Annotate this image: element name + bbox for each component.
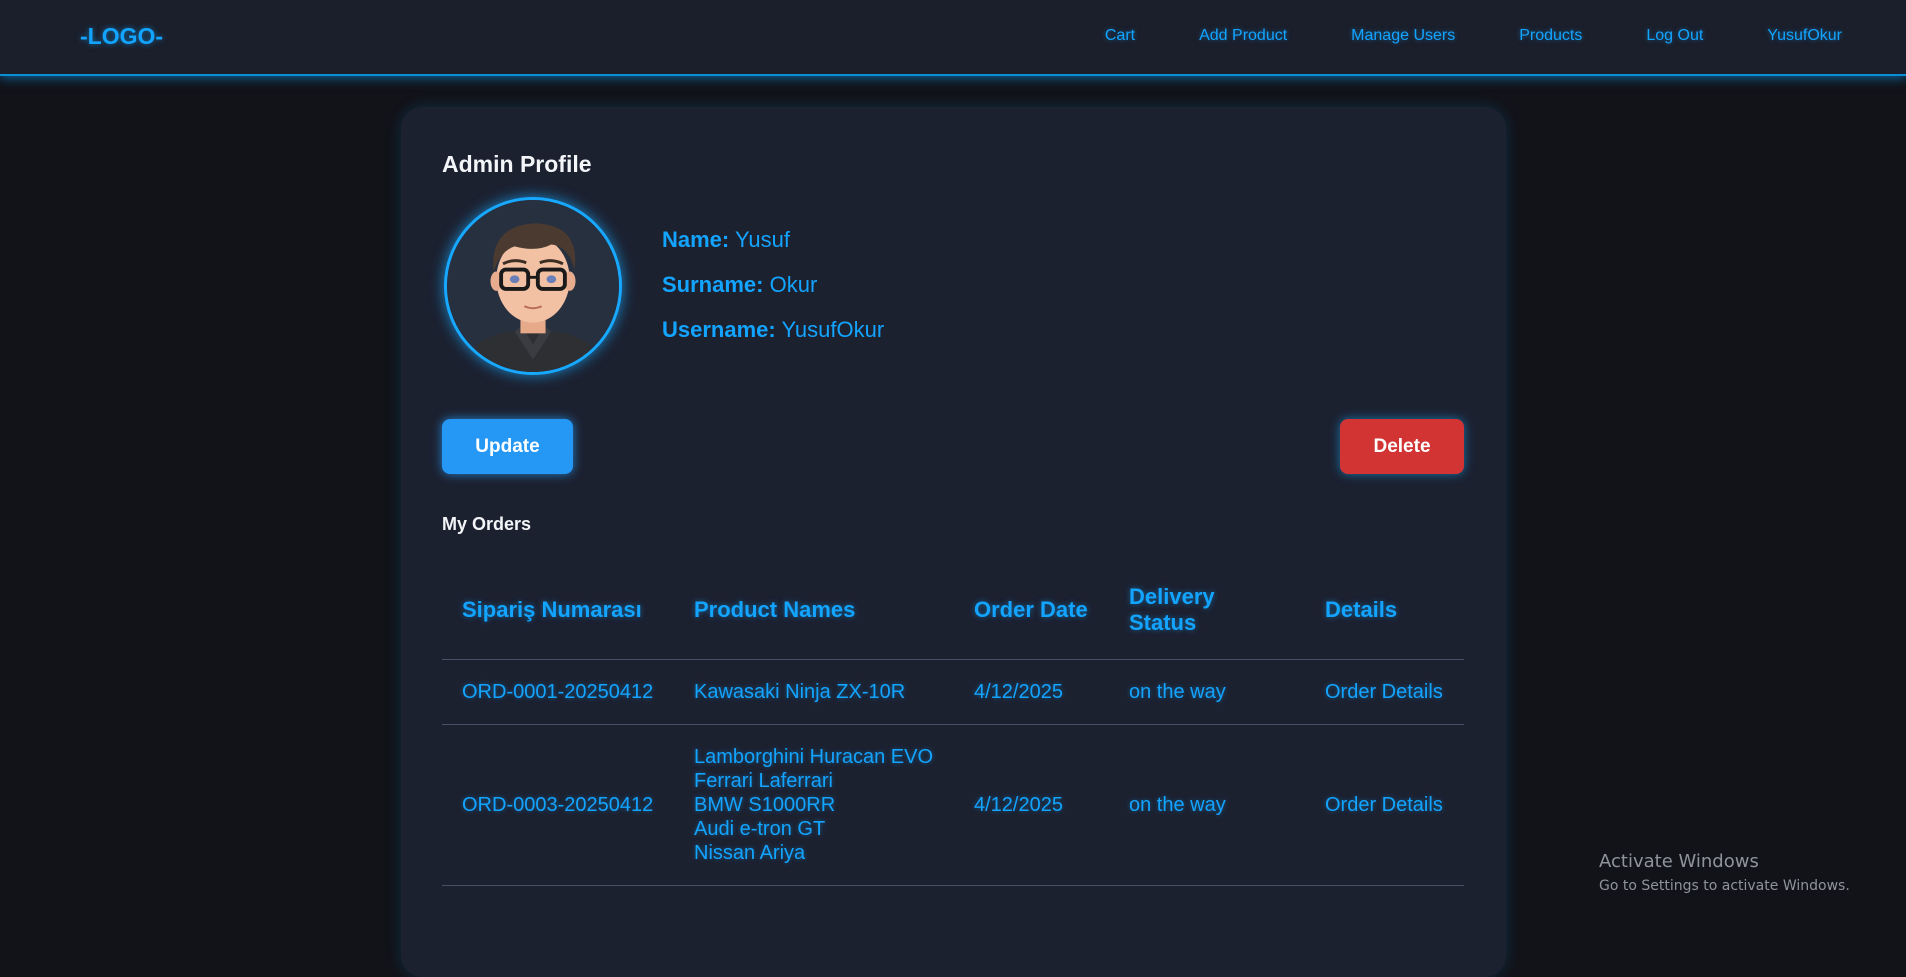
product-name: Ferrari Laferrari [694, 769, 833, 792]
nav-add-product-link[interactable]: Add Product [1199, 27, 1287, 45]
orders-table: Sipariş Numarası Product Names Order Dat… [442, 562, 1464, 886]
order-details-link[interactable]: Order Details [1305, 724, 1464, 886]
product-name: Audi e-tron GT [694, 817, 826, 840]
avatar [444, 197, 622, 375]
surname-row: Surname: Okur [662, 272, 884, 298]
surname-value: Okur [769, 272, 818, 297]
delivery-status-cell: on the way [1109, 724, 1305, 886]
header-product-names: Product Names [674, 562, 954, 660]
table-header-row: Sipariş Numarası Product Names Order Dat… [442, 562, 1464, 660]
order-date-cell: 4/12/2025 [954, 724, 1109, 886]
logo[interactable]: -LOGO- [80, 23, 163, 50]
product-name: Nissan Ariya [694, 841, 806, 864]
product-name: Kawasaki Ninja ZX-10R [694, 680, 906, 703]
page-title: Admin Profile [442, 151, 592, 177]
product-names-cell: Kawasaki Ninja ZX-10R [674, 659, 954, 725]
nav-cart-link[interactable]: Cart [1105, 27, 1135, 45]
nav-manage-users-link[interactable]: Manage Users [1351, 27, 1455, 45]
table-row: ORD-0001-20250412 Kawasaki Ninja ZX-10R … [442, 659, 1464, 725]
profile-info: Name: Yusuf Surname: Okur Username: Yusu… [662, 227, 884, 362]
header-delivery-status: Delivery Status [1109, 562, 1305, 660]
avatar-portrait-icon [447, 200, 619, 372]
nav-logout-link[interactable]: Log Out [1646, 27, 1703, 45]
name-label: Name: [662, 227, 730, 252]
name-value: Yusuf [734, 227, 791, 252]
header-order-number: Sipariş Numarası [442, 562, 674, 660]
product-names-cell: Lamborghini Huracan EVO Ferrari Laferrar… [674, 724, 954, 886]
profile-card: Admin Profile Name: Yusuf Surname: Okur … [401, 107, 1506, 977]
name-row: Name: Yusuf [662, 227, 884, 253]
order-id-cell: ORD-0001-20250412 [442, 659, 674, 725]
activation-title: Activate Windows [1599, 851, 1759, 872]
product-name: Lamborghini Huracan EVO [694, 745, 934, 768]
header-order-date: Order Date [954, 562, 1109, 660]
nav-user-link[interactable]: YusufOkur [1767, 27, 1842, 45]
order-details-link[interactable]: Order Details [1305, 659, 1464, 725]
activation-subtitle: Go to Settings to activate Windows. [1599, 878, 1850, 894]
order-date-cell: 4/12/2025 [954, 659, 1109, 725]
nav-products-link[interactable]: Products [1519, 27, 1582, 45]
surname-label: Surname: [662, 272, 764, 297]
windows-activation-watermark: Activate Windows Go to Settings to activ… [1599, 851, 1850, 894]
table-row: ORD-0003-20250412 Lamborghini Huracan EV… [442, 724, 1464, 886]
orders-title: My Orders [442, 514, 532, 534]
username-label: Username: [662, 317, 776, 342]
top-navbar: -LOGO- Cart Add Product Manage Users Pro… [0, 0, 1906, 76]
delete-button[interactable]: Delete [1340, 419, 1464, 474]
order-id-cell: ORD-0003-20250412 [442, 724, 674, 886]
username-row: Username: YusufOkur [662, 317, 884, 343]
username-value: YusufOkur [781, 317, 885, 342]
update-button[interactable]: Update [442, 419, 573, 474]
header-details: Details [1305, 562, 1464, 660]
delivery-status-cell: on the way [1109, 659, 1305, 725]
product-name: BMW S1000RR [694, 793, 836, 816]
main-nav: Cart Add Product Manage Users Products L… [1041, 27, 1842, 45]
